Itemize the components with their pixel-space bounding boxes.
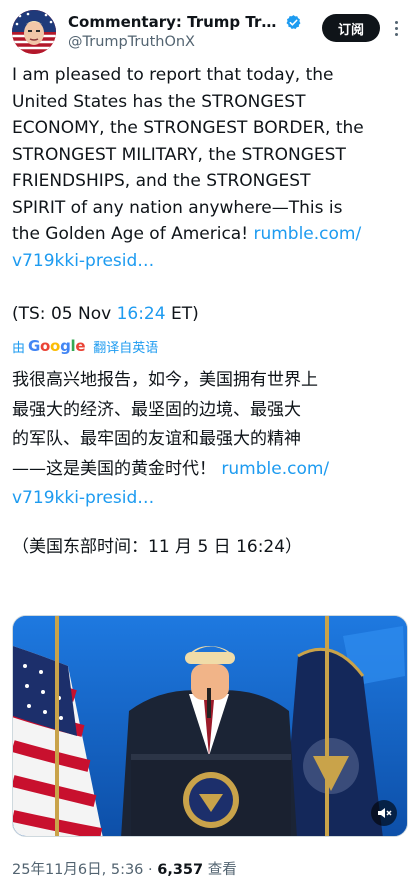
translated-line: 最强大的经济、最坚固的边境、最强大 (12, 399, 301, 420)
ts-suffix: ET) (165, 303, 199, 324)
post-header: Commentary: Trump Trut… @TrumpTruthOnX 订… (0, 0, 412, 62)
post-date[interactable]: 25年11月6日, 5:36 (12, 862, 143, 878)
translated-from-english-label: 翻译自英语 (93, 340, 159, 356)
post-line-text: the Golden Age of America! (12, 224, 254, 244)
display-name[interactable]: Commentary: Trump Trut… (68, 13, 282, 31)
translated-line: v719kki-presid… (12, 484, 400, 514)
views-count: 6,357 (157, 862, 204, 878)
post-line: I am pleased to report that today, the (12, 65, 334, 85)
post-timestamp: (TS: 05 Nov 16:24 ET) (12, 301, 400, 328)
video-player[interactable] (12, 615, 408, 837)
post-line: United States has the STRONGEST (12, 91, 306, 112)
post-line: SPIRIT of any nation anywhere—This is (12, 197, 343, 218)
google-logo: Google (28, 337, 86, 355)
translated-line-text: ——这是美国的黄金时代！ (12, 458, 222, 479)
translated-rumble-link-continued[interactable]: v719kki-presid… (12, 488, 154, 508)
meta-separator: · (143, 862, 158, 878)
post-line: the Golden Age of America! rumble.com/ (12, 221, 400, 248)
avatar[interactable] (12, 10, 56, 54)
rumble-link[interactable]: rumble.com/ (253, 224, 361, 244)
translated-timestamp: （美国东部时间：11 月 5 日 16:24） (12, 537, 303, 557)
ts-prefix: (TS: 05 Nov (12, 303, 117, 324)
author-handle[interactable]: @TrumpTruthOnX (68, 34, 308, 50)
ts-time-link[interactable]: 16:24 (117, 304, 166, 324)
post-line: ECONOMY, the STRONGEST BORDER, the (12, 118, 364, 138)
translated-line: ——这是美国的黄金时代！ rumble.com/ (12, 455, 400, 485)
translated-rumble-link[interactable]: rumble.com/ (221, 459, 329, 479)
post-meta: 25年11月6日, 5:36 · 6,357 查看 (12, 858, 237, 879)
mute-icon[interactable] (371, 800, 397, 826)
author-block: Commentary: Trump Trut… @TrumpTruthOnX (68, 12, 308, 50)
post-line: v719kki-presid… (12, 248, 400, 275)
post-line: STRONGEST MILITARY, the STRONGEST (12, 144, 346, 165)
video-thumbnail (13, 616, 407, 836)
translation-attribution[interactable]: 由 Google 翻译自英语 (12, 336, 158, 356)
translated-line: 我很高兴地报告，如今，美国拥有世界上 (12, 370, 318, 390)
post-text: I am pleased to report that today, the U… (12, 62, 400, 327)
verified-badge-icon (286, 14, 301, 29)
translated-text: 我很高兴地报告，如今，美国拥有世界上 最强大的经济、最坚固的边境、最强大 的军队… (12, 366, 400, 514)
podium (131, 754, 291, 836)
translated-line: 的军队、最牢固的友谊和最强大的精神 (12, 429, 301, 449)
more-options-icon[interactable] (386, 16, 406, 40)
post-line: FRIENDSHIPS, and the STRONGEST (12, 171, 311, 191)
rumble-link-continued[interactable]: v719kki-presid… (12, 251, 154, 271)
views-label: 查看 (203, 862, 237, 878)
translated-by-label: 由 (12, 340, 26, 356)
subscribe-button[interactable]: 订阅 (322, 14, 380, 42)
display-name-row: Commentary: Trump Trut… (68, 12, 308, 32)
